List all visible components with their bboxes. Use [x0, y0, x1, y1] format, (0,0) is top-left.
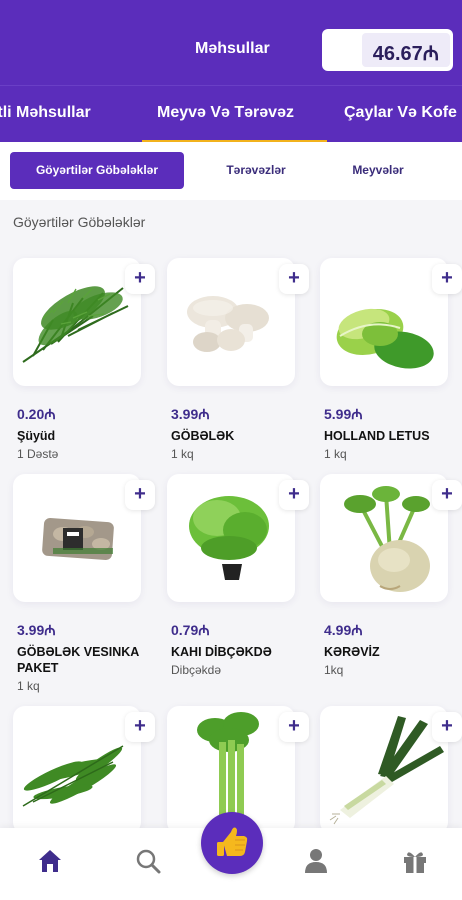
product-unit: 1 Dəstə [17, 447, 59, 461]
add-to-cart-button[interactable]: + [432, 712, 462, 742]
like-button[interactable] [201, 812, 263, 874]
page-title: Məhsullar [195, 40, 270, 57]
dill-image [13, 258, 141, 386]
product-card[interactable]: + 3.99₼ GÖBƏLƏK VESINKA PAKET 1 kq [13, 474, 155, 693]
category-tabs: Paketli Məhsullar Meyvə Və Tərəvəz Çayla… [0, 85, 462, 142]
cart-total: 46.67₼ [372, 43, 439, 65]
add-to-cart-button[interactable]: + [279, 712, 309, 742]
add-to-cart-button[interactable]: + [125, 264, 155, 294]
thumbs-up-icon [217, 827, 248, 856]
product-price: 5.99₼ [324, 406, 363, 422]
product-card[interactable]: + 0.79₼ KAHI DİBÇƏKDƏ Dibçəkdə [167, 474, 309, 684]
profile-icon[interactable] [301, 846, 331, 876]
product-card[interactable]: + 4.99₼ KƏRƏVİZ 1kq [320, 474, 462, 684]
product-card[interactable]: + 0.20₼ Şüyüd 1 Dəstə [13, 258, 155, 468]
subcategory-vegetables[interactable]: Tərəvəzlər [210, 152, 302, 189]
product-name: GÖBƏLƏK [171, 429, 235, 443]
product-name: KAHI DİBÇƏKDƏ [171, 645, 272, 659]
subcategory-bar: Göyərtilər Göbələklər Tərəvəzlər Meyvələ… [0, 142, 462, 200]
search-icon[interactable] [133, 846, 163, 876]
add-to-cart-button[interactable]: + [279, 480, 309, 510]
gift-icon[interactable] [400, 846, 430, 876]
leek-image [320, 706, 448, 834]
product-price: 4.99₼ [324, 622, 363, 638]
product-name: Şüyüd [17, 429, 56, 443]
tab-tea-coffee[interactable]: Çaylar Və Kofe [344, 104, 457, 122]
add-to-cart-button[interactable]: + [432, 480, 462, 510]
mushroom-pack-image [13, 474, 141, 602]
product-unit: 1 kq [324, 447, 347, 461]
product-price: 0.20₼ [17, 406, 56, 422]
lettuce-image [320, 258, 448, 386]
cart-total-box[interactable]: 46.67₼ [322, 29, 453, 71]
potted-lettuce-image [167, 474, 295, 602]
add-to-cart-button[interactable]: + [432, 264, 462, 294]
product-card[interactable]: + 5.99₼ HOLLAND LETUS 1 kq [320, 258, 462, 468]
product-card[interactable]: + 3.99₼ GÖBƏLƏK 1 kq [167, 258, 309, 468]
header: Məhsullar 46.67₼ [0, 0, 462, 85]
subcategory-fruits[interactable]: Meyvələr [333, 152, 423, 189]
mushroom-image [167, 258, 295, 386]
tarragon-image [13, 706, 141, 834]
product-name: GÖBƏLƏK VESINKA PAKET [17, 645, 139, 675]
tab-fruits-vegetables[interactable]: Meyvə Və Tərəvəz [157, 104, 294, 122]
product-name: HOLLAND LETUS [324, 429, 430, 443]
add-to-cart-button[interactable]: + [125, 480, 155, 510]
product-price: 3.99₼ [171, 406, 210, 422]
product-name: KƏRƏVİZ [324, 645, 380, 659]
tab-packaged-products[interactable]: Paketli Məhsullar [0, 104, 91, 122]
section-title: Göyərtilər Göbələklər [13, 214, 146, 230]
product-price: 3.99₼ [17, 622, 56, 638]
product-unit: 1kq [324, 663, 344, 677]
celeriac-image [320, 474, 448, 602]
home-icon[interactable] [35, 846, 65, 876]
add-to-cart-button[interactable]: + [279, 264, 309, 294]
product-unit: Dibçəkdə [171, 663, 222, 677]
add-to-cart-button[interactable]: + [125, 712, 155, 742]
product-price: 0.79₼ [171, 622, 210, 638]
product-unit: 1 kq [171, 447, 194, 461]
subcategory-greens-mushrooms[interactable]: Göyərtilər Göbələklər [10, 152, 184, 189]
product-unit: 1 kq [17, 679, 40, 693]
app: Məhsullar 46.67₼ Paketli Məhsullar Meyvə… [0, 0, 462, 900]
